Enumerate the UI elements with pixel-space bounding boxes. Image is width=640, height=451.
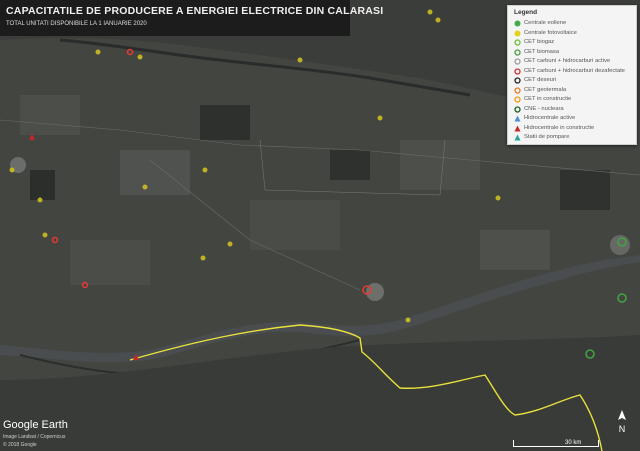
compass-label: N (619, 424, 626, 434)
field (480, 230, 550, 270)
legend-item-label: CNE - nucleara (524, 105, 564, 112)
green-ring-icon (514, 48, 521, 56)
field (400, 140, 480, 190)
yellow-dot-icon (514, 30, 521, 36)
forest-patch (30, 170, 55, 200)
legend-item: CET geotermala (512, 86, 634, 95)
grey-ring-icon (514, 58, 521, 65)
solar-plant-marker[interactable] (37, 197, 43, 203)
orange-ring-icon (514, 86, 521, 94)
solar-plant-marker[interactable] (42, 232, 48, 238)
red-ring-icon (514, 67, 521, 75)
legend-item-label: Hidrocentrale active (524, 115, 576, 121)
solar-plant-marker[interactable] (297, 57, 303, 63)
legend-item-label: Centrale eoliene (524, 20, 567, 26)
legend-item-label: CET deseuri (524, 77, 557, 83)
legend-item: CNE - nucleara (512, 105, 634, 114)
solar-plant-marker[interactable] (405, 317, 411, 323)
legend-item-label: CET carbuni + hidrocarburi dezafectate (524, 67, 625, 74)
scale-label: 30 km (565, 440, 582, 446)
field (120, 150, 190, 195)
google-earth-logo: Google Earth (3, 419, 68, 431)
legend-item: CET deseuri (512, 76, 634, 85)
imagery-credit: Image Landsat / Copernicus (3, 434, 66, 440)
legend-item: CET biomasa (512, 48, 634, 57)
legend-item: CET carbuni + hidrocarburi dezafectate (512, 67, 634, 76)
legend-item: Hidrocentrale active (512, 114, 634, 123)
field (20, 95, 80, 135)
map-subtitle: TOTAL UNITATI DISPONIBILE LA 1 IANUARIE … (6, 21, 147, 27)
copyright-credit: © 2018 Google (3, 442, 37, 448)
legend-item-label: Centrale fotovoltaice (524, 29, 577, 36)
solar-plant-marker[interactable] (95, 49, 101, 55)
title-panel: CAPACITATILE DE PRODUCERE A ENERGIEI ELE… (0, 0, 383, 36)
legend-item-label: CET geotermala (524, 86, 567, 93)
legend-item-label: CET biomasa (524, 48, 560, 55)
legend-item: Centrale fotovoltaice (512, 29, 634, 38)
field (70, 240, 150, 285)
black-ring-icon (514, 77, 521, 84)
legend-item-label: Statii de pompare (524, 134, 570, 140)
legend-item-label: CET carbuni + hidrocarburi active (524, 58, 611, 64)
green-ring-icon (514, 39, 521, 46)
solar-plant-marker[interactable] (377, 115, 383, 121)
solar-plant-marker[interactable] (200, 255, 206, 261)
solar-plant-marker[interactable] (427, 9, 433, 15)
forest-patch (330, 150, 370, 180)
legend-item: CET carbuni + hidrocarburi active (512, 57, 634, 66)
solar-plant-marker[interactable] (137, 54, 143, 60)
forest-patch (560, 170, 610, 210)
field (250, 200, 340, 250)
dark-green-ring-icon (514, 105, 521, 113)
red-triangle-icon (514, 125, 521, 131)
legend-item: Statii de pompare (512, 133, 634, 142)
legend-item-label: CET biogaz (524, 39, 555, 45)
legend-item: Centrale eoliene (512, 19, 634, 28)
solar-plant-marker[interactable] (202, 167, 208, 173)
solar-plant-marker[interactable] (495, 195, 501, 201)
legend-item: CET in constructie (512, 95, 634, 104)
teal-triangle-icon (514, 134, 521, 141)
solar-plant-marker[interactable] (435, 17, 441, 23)
green-dot-icon (514, 20, 521, 27)
compass-icon[interactable]: N (615, 410, 629, 438)
solar-plant-marker[interactable] (142, 184, 148, 190)
orange-ring-icon (514, 96, 521, 103)
scale-bar (513, 440, 599, 447)
forest-patch (200, 105, 250, 140)
solar-plant-marker[interactable] (227, 241, 233, 247)
map-title: CAPACITATILE DE PRODUCERE A ENERGIEI ELE… (6, 5, 384, 17)
legend-item: Hidrocentrale in constructie (512, 124, 634, 133)
legend-panel: Legend Centrale eoliene Centrale fotovolt… (507, 5, 637, 145)
solar-plant-marker[interactable] (9, 167, 15, 173)
legend-item: CET biogaz (512, 38, 634, 47)
legend-title: Legend (514, 9, 538, 16)
legend-item-label: CET in constructie (524, 96, 572, 102)
legend-item-label: Hidrocentrale in constructie (524, 124, 595, 131)
blue-triangle-icon (514, 115, 521, 122)
